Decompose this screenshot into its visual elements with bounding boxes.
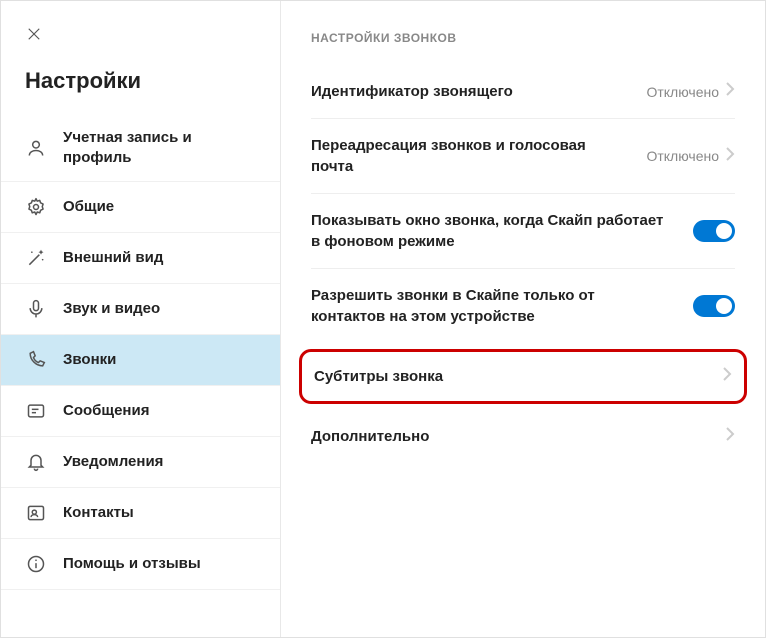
info-icon [25,553,47,575]
setting-advanced[interactable]: Дополнительно [311,410,735,463]
close-button[interactable] [1,21,280,58]
sidebar-item-appearance[interactable]: Внешний вид [1,233,280,284]
setting-label: Дополнительно [311,426,725,447]
toggle-switch[interactable] [693,220,735,242]
chevron-right-icon [725,426,735,447]
sidebar-item-label: Помощь и отзывы [63,554,201,574]
sidebar-item-help[interactable]: Помощь и отзывы [1,539,280,590]
settings-window: Настройки Учетная запись и профиль Общие [0,0,766,638]
sidebar-item-audio-video[interactable]: Звук и видео [1,284,280,335]
setting-label: Разрешить звонки в Скайпе только от конт… [311,285,693,327]
chevron-right-icon [722,366,732,387]
close-icon [25,25,43,43]
phone-icon [25,349,47,371]
setting-caller-id[interactable]: Идентификатор звонящего Отключено [311,65,735,119]
sidebar-item-label: Уведомления [63,452,163,472]
setting-forwarding[interactable]: Переадресация звонков и голосовая почта … [311,119,735,194]
message-icon [25,400,47,422]
sidebar-item-label: Внешний вид [63,248,163,268]
microphone-icon [25,298,47,320]
chevron-right-icon [725,81,735,102]
sidebar-item-account[interactable]: Учетная запись и профиль [1,114,280,182]
sidebar-item-calling[interactable]: Звонки [1,335,280,386]
content-panel: НАСТРОЙКИ ЗВОНКОВ Идентификатор звонящег… [281,1,765,637]
wand-icon [25,247,47,269]
sidebar-item-contacts[interactable]: Контакты [1,488,280,539]
section-header: НАСТРОЙКИ ЗВОНКОВ [311,31,735,45]
setting-label: Показывать окно звонка, когда Скайп рабо… [311,210,693,252]
sidebar-item-general[interactable]: Общие [1,182,280,233]
sidebar-item-label: Сообщения [63,401,149,421]
setting-value: Отключено [646,81,735,102]
gear-icon [25,196,47,218]
setting-value-text: Отключено [646,84,719,100]
person-icon [25,137,47,159]
sidebar: Настройки Учетная запись и профиль Общие [1,1,281,637]
setting-value: Отключено [646,146,735,167]
sidebar-item-label: Звонки [63,350,116,370]
chevron-right-icon [725,146,735,167]
contacts-icon [25,502,47,524]
sidebar-item-label: Учетная запись и профиль [63,128,256,167]
setting-allow-contacts-only[interactable]: Разрешить звонки в Скайпе только от конт… [311,269,735,343]
setting-value-text: Отключено [646,148,719,164]
sidebar-item-label: Контакты [63,503,134,523]
toggle-switch[interactable] [693,295,735,317]
sidebar-item-notifications[interactable]: Уведомления [1,437,280,488]
bell-icon [25,451,47,473]
sidebar-item-label: Общие [63,197,114,217]
setting-call-subtitles[interactable]: Субтитры звонка [299,349,747,404]
setting-show-call-window[interactable]: Показывать окно звонка, когда Скайп рабо… [311,194,735,269]
setting-label: Переадресация звонков и голосовая почта [311,135,646,177]
setting-label: Субтитры звонка [314,366,722,387]
sidebar-item-messaging[interactable]: Сообщения [1,386,280,437]
sidebar-title: Настройки [1,58,280,114]
setting-label: Идентификатор звонящего [311,81,646,102]
sidebar-item-label: Звук и видео [63,299,160,319]
